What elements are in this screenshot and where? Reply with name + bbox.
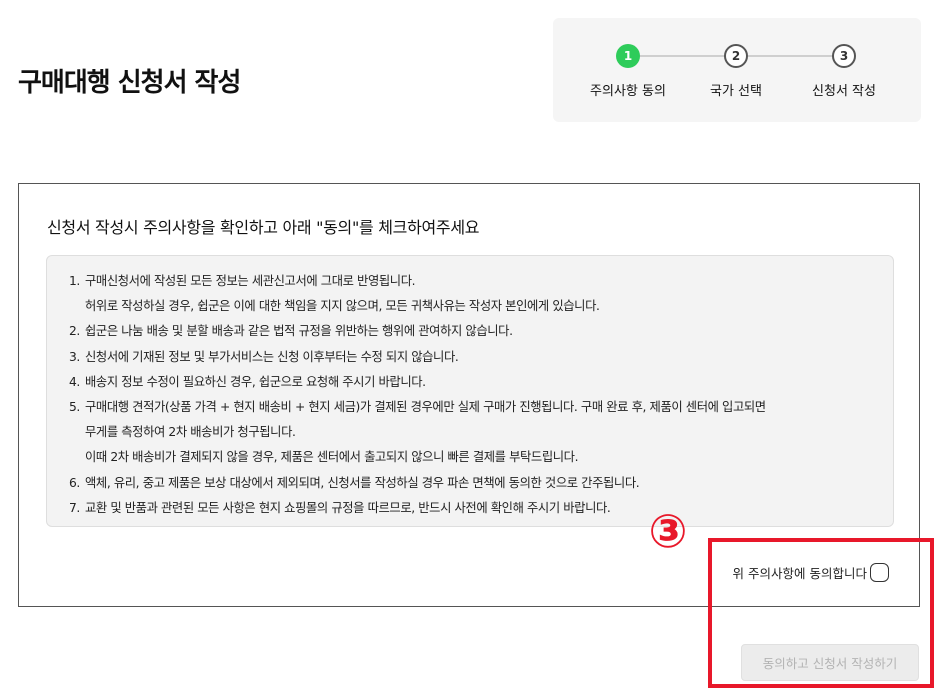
rule-number: 3. [69,349,80,364]
rule-item: 5. 구매대행 견적가(상품 가격 + 현지 배송비 + 현지 세금)가 결제된… [69,395,893,471]
step-1-label: 주의사항 동의 [590,84,666,99]
rule-number: 4. [69,374,80,389]
rule-text: 쉽군은 나눔 배송 및 분할 배송과 같은 법적 규정을 위반하는 행위에 관여… [85,324,513,339]
rule-item: 6. 액체, 유리, 중고 제품은 보상 대상에서 제외되며, 신청서를 작성하… [69,471,893,496]
rule-text: 구매신청서에 작성된 모든 정보는 세관신고서에 그대로 반영됩니다. [85,274,416,288]
rule-number: 5. [69,400,80,415]
step-connector [748,55,842,57]
rule-number: 6. [69,475,80,490]
progress-stepper: 1 2 3 주의사항 동의 국가 선택 신청서 작성 [553,18,921,122]
rule-number: 1. [69,274,80,288]
rules-list: 1. 구매신청서에 작성된 모든 정보는 세관신고서에 그대로 반영됩니다. 허… [46,255,894,527]
step-3-indicator: 3 [832,44,856,68]
step-3-label: 신청서 작성 [812,84,876,99]
rule-text: 배송지 정보 수정이 필요하신 경우, 쉽군으로 요청해 주시기 바랍니다. [85,374,426,389]
rule-item: 3. 신청서에 기재된 정보 및 부가서비스는 신청 이후부터는 수정 되지 않… [69,345,893,370]
notice-heading: 신청서 작성시 주의사항을 확인하고 아래 "동의"를 체크하여주세요 [47,218,480,237]
rule-number: 7. [69,500,80,515]
rule-item: 7. 교환 및 반품과 관련된 모든 사항은 현지 쇼핑몰의 규정을 따르므로,… [69,496,893,521]
page-title: 구매대행 신청서 작성 [18,68,241,98]
rule-text: 신청서에 기재된 정보 및 부가서비스는 신청 이후부터는 수정 되지 않습니다… [85,349,459,364]
step-2-indicator: 2 [724,44,748,68]
rule-number: 2. [69,324,80,339]
step-2-label: 국가 선택 [710,84,762,99]
annotation-step-marker: ③ [648,504,688,558]
rule-text: 구매대행 견적가(상품 가격 + 현지 배송비 + 현지 세금)가 결제된 경우… [85,400,766,415]
rule-text: 교환 및 반품과 관련된 모든 사항은 현지 쇼핑몰의 규정을 따르므로, 반드… [85,500,611,515]
rule-item: 1. 구매신청서에 작성된 모든 정보는 세관신고서에 그대로 반영됩니다. 허… [69,269,893,319]
step-1-indicator: 1 [616,44,640,68]
rule-text: 무게를 측정하여 2차 배송비가 청구됩니다. [85,425,296,440]
annotation-highlight-box [708,538,934,688]
rule-item: 4. 배송지 정보 수정이 필요하신 경우, 쉽군으로 요청해 주시기 바랍니다… [69,370,893,395]
rule-text: 이때 2차 배송비가 결제되지 않을 경우, 제품은 센터에서 출고되지 않으니… [85,450,579,465]
rule-item: 2. 쉽군은 나눔 배송 및 분할 배송과 같은 법적 규정을 위반하는 행위에… [69,319,893,344]
rule-text: 허위로 작성하실 경우, 쉽군은 이에 대한 책임을 지지 않으며, 모든 귀책… [85,299,600,314]
rule-text: 액체, 유리, 중고 제품은 보상 대상에서 제외되며, 신청서를 작성하실 경… [85,475,640,490]
step-connector [640,55,736,57]
